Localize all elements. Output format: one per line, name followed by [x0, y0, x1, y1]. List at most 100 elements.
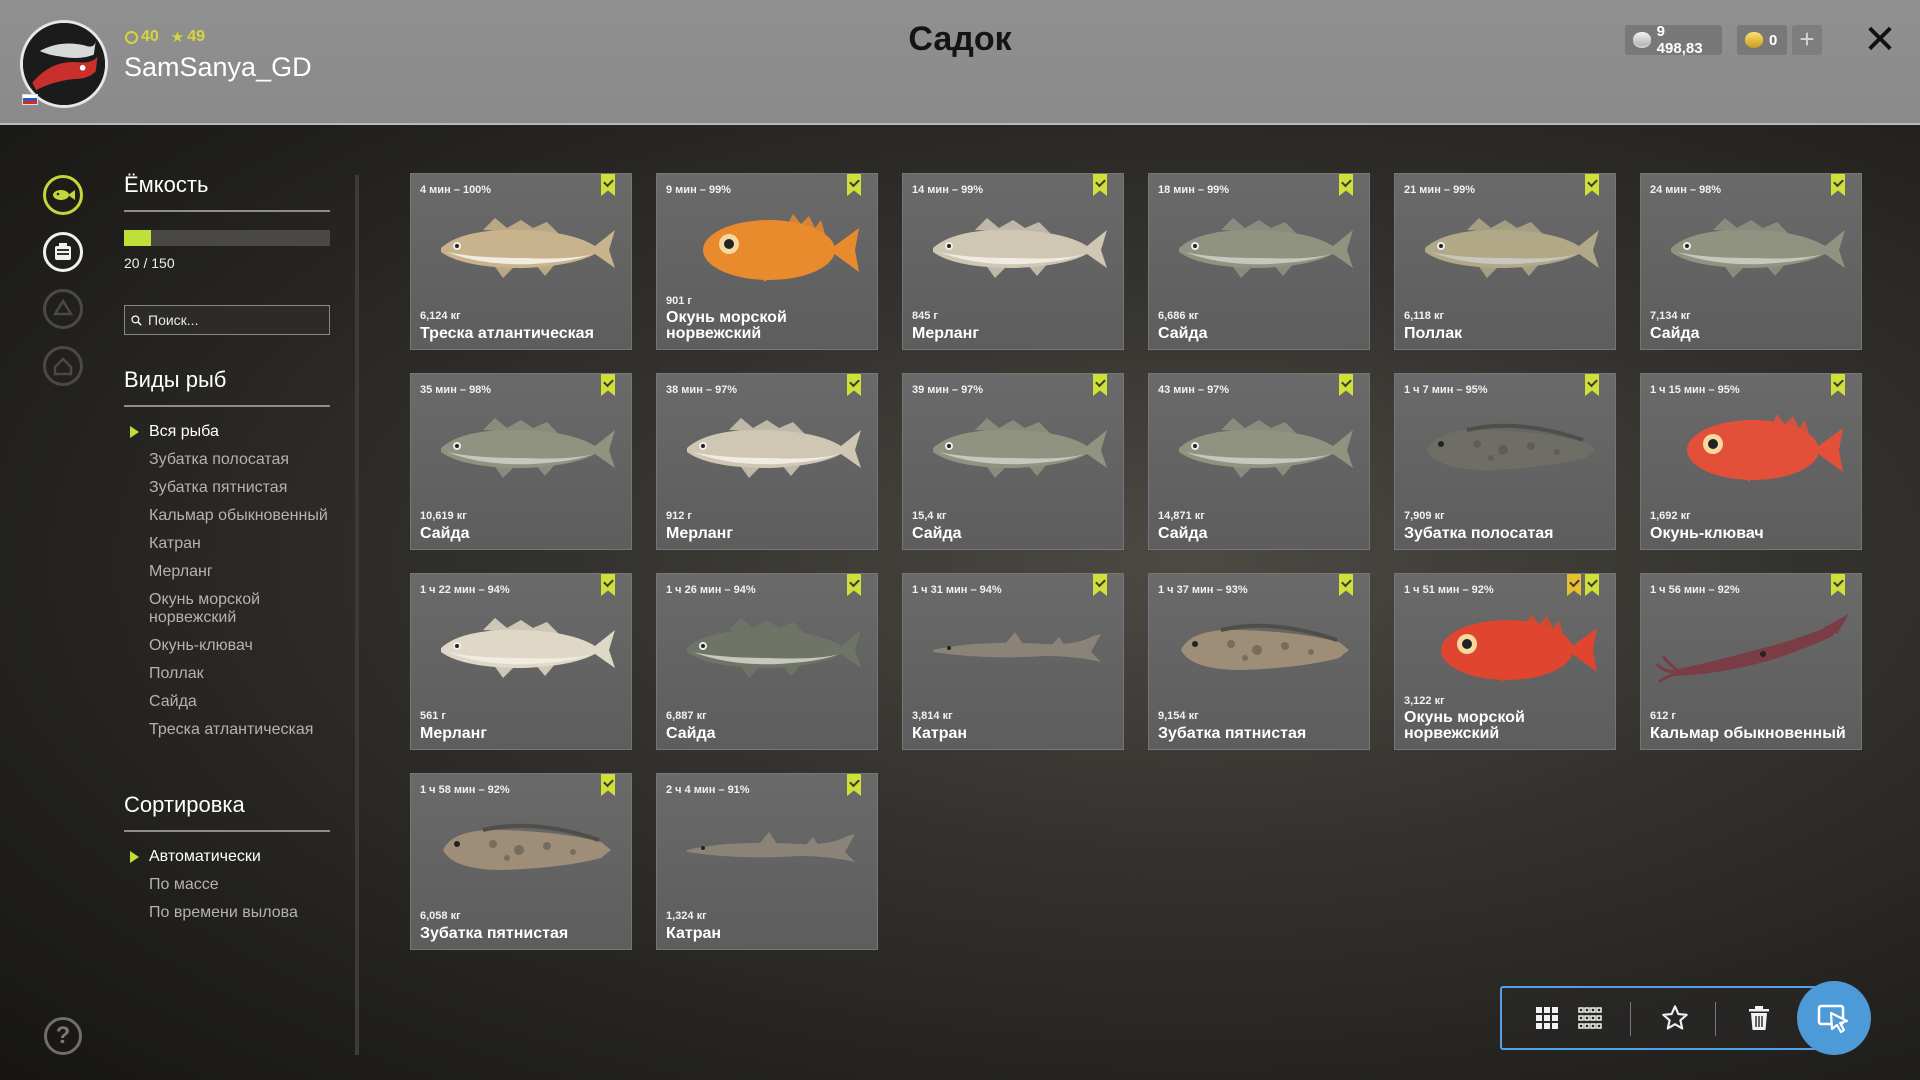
species-filter-item[interactable]: Вся рыба	[124, 423, 344, 441]
catch-time-quality: 1 ч 58 мин – 92%	[420, 784, 510, 796]
sort-option[interactable]: Автоматически	[124, 848, 344, 866]
bookmark-check-icon[interactable]	[1093, 174, 1107, 196]
species-filter-item[interactable]: Окунь морской норвежский	[124, 591, 344, 627]
russia-flag-icon	[22, 94, 38, 105]
bookmark-check-icon[interactable]	[601, 774, 615, 796]
bookmark-check-icon[interactable]	[1339, 174, 1353, 196]
species-filter-item[interactable]: Кальмар обыкновенный	[124, 507, 344, 525]
bucket-tab-icon[interactable]	[43, 232, 83, 272]
fish-name: Окунь-клювач	[1650, 525, 1764, 542]
bookmark-check-icon[interactable]	[847, 574, 861, 596]
bookmark-check-icon[interactable]	[601, 374, 615, 396]
catch-time-quality: 1 ч 26 мин – 94%	[666, 584, 756, 596]
trash-icon[interactable]	[1736, 988, 1782, 1048]
fish-card[interactable]: 18 мин – 99% 6,686 кг Сайда	[1148, 173, 1370, 350]
cod-image	[441, 218, 615, 278]
bookmark-check-icon[interactable]	[1093, 574, 1107, 596]
fish-card[interactable]: 14 мин – 99% 845 г Мерланг	[902, 173, 1124, 350]
grid-large-icon[interactable]	[1524, 988, 1570, 1048]
bookmark-check-icon[interactable]	[1831, 574, 1845, 596]
bookmark-check-icon[interactable]	[1339, 574, 1353, 596]
fish-weight: 3,814 кг	[912, 710, 953, 722]
species-filter-item[interactable]: Зубатка пятнистая	[124, 479, 344, 497]
species-filter-item[interactable]: Катран	[124, 535, 344, 553]
fish-name: Окунь морской норвежский	[666, 309, 787, 342]
fish-card[interactable]: 1 ч 51 мин – 92% 3,122 кг Окунь морской …	[1394, 573, 1616, 750]
help-icon[interactable]: ?	[44, 1017, 82, 1055]
fish-card[interactable]: 38 мин – 97% 912 г Мерланг	[656, 373, 878, 550]
gold-bookmark-icon[interactable]	[1567, 574, 1581, 596]
fish-card[interactable]: 21 мин – 99% 6,118 кг Поллак	[1394, 173, 1616, 350]
bookmark-check-icon[interactable]	[847, 774, 861, 796]
species-filter-item[interactable]: Поллак	[124, 665, 344, 683]
fish-card[interactable]: 1 ч 58 мин – 92% 6,058 кг Зубатка пятнис…	[410, 773, 632, 950]
redfish-image	[1687, 414, 1843, 482]
catch-time-quality: 39 мин – 97%	[912, 384, 984, 396]
catch-time-quality: 24 мин – 98%	[1650, 184, 1722, 196]
fish-card[interactable]: 43 мин – 97% 14,871 кг Сайда	[1148, 373, 1370, 550]
bookmark-check-icon[interactable]	[601, 574, 615, 596]
bookmark-check-icon[interactable]	[847, 174, 861, 196]
fish-card[interactable]: 35 мин – 98% 10,619 кг Сайда	[410, 373, 632, 550]
fish-card[interactable]: 4 мин – 100% 6,124 кг Треска атлантическ…	[410, 173, 632, 350]
fish-card[interactable]: 2 ч 4 мин – 91% 1,324 кг Катран	[656, 773, 878, 950]
sort-option[interactable]: По времени вылова	[124, 904, 344, 922]
fish-card[interactable]: 1 ч 15 мин – 95% 1,692 кг Окунь-клювач	[1640, 373, 1862, 550]
capacity-title: Ёмкость	[124, 172, 209, 197]
bookmark-check-icon[interactable]	[1585, 374, 1599, 396]
bookmark-check-icon[interactable]	[1831, 174, 1845, 196]
bookmark-check-icon[interactable]	[847, 374, 861, 396]
fish-card[interactable]: 1 ч 37 мин – 93% 9,154 кг Зубатка пятнис…	[1148, 573, 1370, 750]
grid-small-icon[interactable]	[1567, 988, 1613, 1048]
species-filter-item[interactable]: Окунь-клювач	[124, 637, 344, 655]
close-button[interactable]: ✕	[1860, 18, 1900, 62]
fish-card[interactable]: 1 ч 22 мин – 94% 561 г Мерланг	[410, 573, 632, 750]
fish-name: Окунь морской норвежский	[1404, 709, 1525, 742]
bookmark-check-icon[interactable]	[1585, 574, 1599, 596]
search-box[interactable]	[124, 305, 330, 335]
catch-time-quality: 1 ч 7 мин – 95%	[1404, 384, 1488, 396]
fish-weight: 561 г	[420, 710, 446, 722]
fish-card[interactable]: 1 ч 7 мин – 95% 7,909 кг Зубатка полосат…	[1394, 373, 1616, 550]
add-currency-button[interactable]: +	[1792, 25, 1822, 55]
species-filter-item[interactable]: Сайда	[124, 693, 344, 711]
fish-name: Мерланг	[912, 325, 979, 342]
catch-time-quality: 1 ч 22 мин – 94%	[420, 584, 510, 596]
fish-card[interactable]: 39 мин – 97% 15,4 кг Сайда	[902, 373, 1124, 550]
fish-card[interactable]: 1 ч 56 мин – 92% 612 г Кальмар обыкновен…	[1640, 573, 1862, 750]
fish-weight: 15,4 кг	[912, 510, 947, 522]
bookmark-check-icon[interactable]	[1339, 374, 1353, 396]
search-icon	[131, 314, 142, 326]
boat-tab-icon[interactable]	[43, 289, 83, 329]
home-tab-icon[interactable]	[43, 346, 83, 386]
search-input[interactable]	[148, 312, 329, 328]
fish-card[interactable]: 1 ч 31 мин – 94% 3,814 кг Катран	[902, 573, 1124, 750]
star-icon[interactable]	[1652, 988, 1698, 1048]
bookmark-check-icon[interactable]	[1585, 174, 1599, 196]
fish-weight: 9,154 кг	[1158, 710, 1199, 722]
species-filter-item[interactable]: Зубатка полосатая	[124, 451, 344, 469]
fish-weight: 6,118 кг	[1404, 310, 1445, 322]
catch-time-quality: 43 мин – 97%	[1158, 384, 1230, 396]
catch-time-quality: 1 ч 15 мин – 95%	[1650, 384, 1740, 396]
saithe-image	[1425, 218, 1599, 278]
fish-card[interactable]: 1 ч 26 мин – 94% 6,887 кг Сайда	[656, 573, 878, 750]
fish-name: Треска атлантическая	[420, 325, 594, 342]
saithe-image	[933, 418, 1107, 478]
bookmark-check-icon[interactable]	[601, 174, 615, 196]
species-filter-item[interactable]: Треска атлантическая	[124, 721, 344, 739]
gold-value: 0	[1769, 31, 1778, 49]
sort-option[interactable]: По массе	[124, 876, 344, 894]
cursor-select-icon[interactable]	[1797, 981, 1871, 1055]
species-filter-item[interactable]: Мерланг	[124, 563, 344, 581]
dogfish-image	[933, 632, 1101, 662]
bookmark-check-icon[interactable]	[1093, 374, 1107, 396]
fish-card[interactable]: 9 мин – 99% 901 г Окунь морской норвежск…	[656, 173, 878, 350]
catch-time-quality: 21 мин – 99%	[1404, 184, 1476, 196]
whiting-image	[687, 418, 861, 478]
bookmark-check-icon[interactable]	[1831, 374, 1845, 396]
fish-weight: 6,058 кг	[420, 910, 461, 922]
keepnet-tab-icon[interactable]	[43, 175, 83, 215]
catch-time-quality: 1 ч 51 мин – 92%	[1404, 584, 1494, 596]
fish-card[interactable]: 24 мин – 98% 7,134 кг Сайда	[1640, 173, 1862, 350]
